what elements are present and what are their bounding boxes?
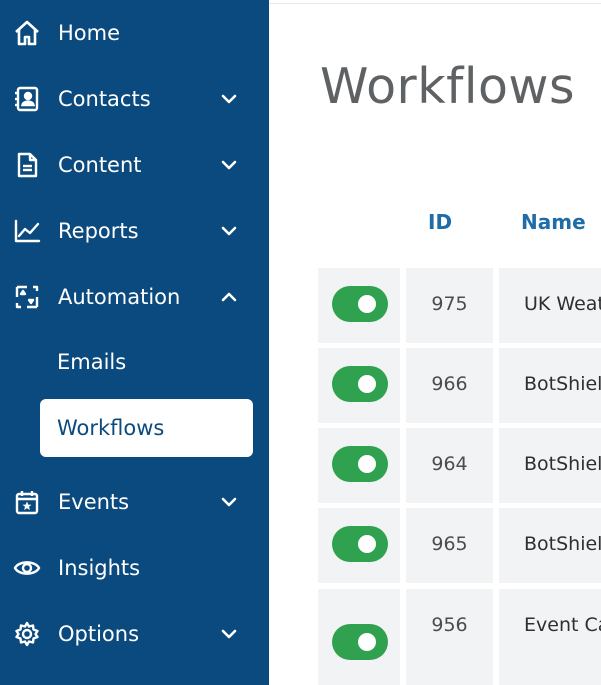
- name-cell: BotShield: [499, 508, 601, 583]
- sidebar-subitem-emails[interactable]: Emails: [40, 333, 253, 391]
- sidebar-item-label: Home: [58, 21, 121, 45]
- id-cell: 966: [406, 348, 493, 423]
- table-row[interactable]: 975 UK Weather: [318, 268, 601, 343]
- table-row[interactable]: 964 BotShield: [318, 428, 601, 503]
- id-cell: 975: [406, 268, 493, 343]
- sidebar-item-label: Options: [58, 622, 140, 646]
- sidebar-item-label: Contacts: [58, 87, 151, 111]
- workflow-id: 956: [431, 614, 468, 636]
- table-row[interactable]: 966 BotShield: [318, 348, 601, 423]
- name-cell: UK Weather: [499, 268, 601, 343]
- sidebar-item-label: Insights: [58, 556, 141, 580]
- chevron-down-icon[interactable]: [218, 623, 240, 645]
- sidebar-item-automation[interactable]: Automation: [0, 272, 269, 322]
- gear-icon: [12, 619, 42, 649]
- toggle-cell: [318, 508, 400, 583]
- sidebar-subitem-label: Emails: [57, 350, 127, 374]
- name-cell: BotShield: [499, 348, 601, 423]
- enabled-toggle[interactable]: [332, 446, 388, 482]
- sidebar-nav: Home Contacts Content Reports Automation…: [0, 0, 269, 685]
- column-header-id[interactable]: ID: [428, 210, 452, 234]
- sidebar-item-home[interactable]: Home: [0, 8, 269, 58]
- sidebar-item-label: Reports: [58, 219, 139, 243]
- automation-arrows-icon: [12, 282, 42, 312]
- toggle-cell: [318, 428, 400, 503]
- enabled-toggle[interactable]: [332, 526, 388, 562]
- workflow-id: 964: [431, 453, 468, 475]
- top-divider: [269, 0, 601, 4]
- sidebar-subitem-label: Workflows: [57, 416, 165, 440]
- chevron-down-icon[interactable]: [218, 154, 240, 176]
- enabled-toggle[interactable]: [332, 366, 388, 402]
- id-cell: 956: [406, 589, 493, 685]
- workflow-name-link[interactable]: BotShield: [524, 453, 601, 475]
- page-title: Workflows: [320, 58, 576, 115]
- toggle-knob: [358, 633, 376, 651]
- contacts-book-icon: [12, 84, 42, 114]
- sidebar-item-options[interactable]: Options: [0, 609, 269, 659]
- calendar-star-icon: [12, 487, 42, 517]
- toggle-cell: [318, 348, 400, 423]
- document-icon: [12, 150, 42, 180]
- enabled-toggle[interactable]: [332, 286, 388, 322]
- workflow-name-link[interactable]: BotShield: [524, 533, 601, 555]
- chevron-down-icon[interactable]: [218, 491, 240, 513]
- enabled-toggle[interactable]: [332, 624, 388, 660]
- sidebar-item-content[interactable]: Content: [0, 140, 269, 190]
- chevron-down-icon[interactable]: [218, 88, 240, 110]
- workflow-id: 975: [431, 293, 468, 315]
- workflow-id: 965: [431, 533, 468, 555]
- sidebar-item-label: Automation: [58, 285, 181, 309]
- eye-icon: [12, 553, 42, 583]
- name-cell: Event Calendar: [499, 589, 601, 685]
- id-cell: 965: [406, 508, 493, 583]
- chevron-up-icon[interactable]: [218, 286, 240, 308]
- sidebar-item-contacts[interactable]: Contacts: [0, 74, 269, 124]
- toggle-knob: [358, 375, 376, 393]
- toggle-knob: [358, 455, 376, 473]
- chevron-down-icon[interactable]: [218, 220, 240, 242]
- id-cell: 964: [406, 428, 493, 503]
- workflow-name-link[interactable]: Event Calendar: [524, 614, 601, 636]
- workflow-id: 966: [431, 373, 468, 395]
- sidebar-item-label: Content: [58, 153, 142, 177]
- sidebar-item-insights[interactable]: Insights: [0, 543, 269, 593]
- home-icon: [12, 18, 42, 48]
- line-chart-icon: [12, 216, 42, 246]
- workflow-name-link[interactable]: UK Weather: [524, 293, 601, 315]
- sidebar-subitem-workflows[interactable]: Workflows: [40, 399, 253, 457]
- table-row[interactable]: 956 Event Calendar: [318, 589, 601, 685]
- column-header-name[interactable]: Name: [521, 210, 586, 234]
- toggle-cell: [318, 268, 400, 343]
- toggle-knob: [358, 295, 376, 313]
- toggle-cell: [318, 589, 400, 685]
- table-row[interactable]: 965 BotShield: [318, 508, 601, 583]
- workflow-name-link[interactable]: BotShield: [524, 373, 601, 395]
- name-cell: BotShield: [499, 428, 601, 503]
- sidebar-item-reports[interactable]: Reports: [0, 206, 269, 256]
- sidebar-item-events[interactable]: Events: [0, 477, 269, 527]
- toggle-knob: [358, 535, 376, 553]
- sidebar-item-label: Events: [58, 490, 130, 514]
